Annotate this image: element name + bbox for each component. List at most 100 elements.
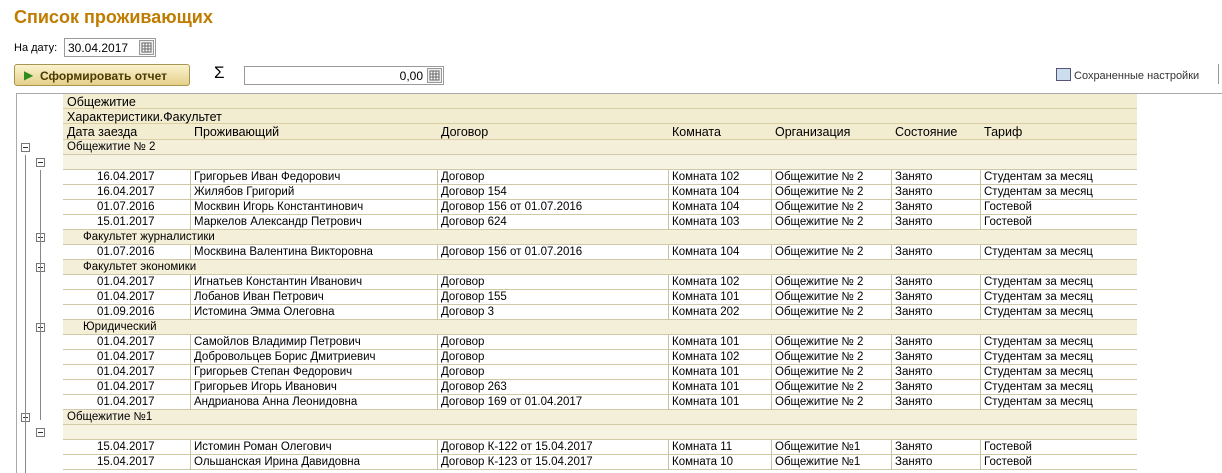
table-row[interactable]: 16.04.2017 Жилябов Григорий Договор 154 Ком… [63,185,1137,200]
col-contract[interactable]: Договор [441,125,488,139]
group-row[interactable]: Юридический [63,320,1137,335]
table-row[interactable]: 01.07.2016 Москвин Игорь Константинович До… [63,200,1137,215]
sum-field[interactable]: 0,00 [244,66,444,85]
group-subrow[interactable] [63,155,1137,170]
group-row[interactable]: Факультет журналистики [63,230,1137,245]
play-icon: ▶ [24,68,34,82]
column-separator [190,170,191,185]
column-separator [668,305,669,320]
table-row[interactable]: 01.04.2017 Самойлов Владимир Петрович Дого… [63,335,1137,350]
cell-contract: Договор [441,351,485,363]
group-row[interactable]: Факультет экономики [63,260,1137,275]
cell-organization: Общежитие № 2 [775,201,864,213]
settings-icon [1056,68,1071,81]
cell-contract: Договор 155 [441,291,507,303]
table-row[interactable]: 01.04.2017 Григорьев Степан Федорович Дого… [63,365,1137,380]
cell-status: Занято [895,291,933,303]
col-status[interactable]: Состояние [895,125,957,139]
sum-value: 0,00 [399,69,423,83]
cell-resident: Андрианова Анна Леонидовна [194,396,358,408]
group-row[interactable]: Общежитие №1 [63,410,1137,425]
saved-settings-link[interactable]: Сохраненные настройки [1056,68,1199,82]
cell-contract: Договор К-123 от 15.04.2017 [441,456,593,468]
column-separator [771,380,772,395]
collapse-icon[interactable] [36,158,45,167]
column-separator [891,290,892,305]
table-row[interactable]: 15.04.2017 Истомин Роман Олегович Договор … [63,440,1137,455]
table-row[interactable]: 01.04.2017 Лобанов Иван Петрович Договор 1… [63,290,1137,305]
cell-room: Комната 11 [672,441,733,453]
cell-room: Комната 101 [672,336,740,348]
report-table[interactable]: Общежитие Характеристики.Факультет Дата … [16,93,1222,473]
group-row[interactable]: Общежитие № 2 [63,140,1137,155]
table-row[interactable]: 01.04.2017 Андрианова Анна Леонидовна Дого… [63,395,1137,410]
group-label: Общежитие № 2 [67,141,156,153]
col-checkin-date[interactable]: Дата заезда [67,125,137,139]
column-separator [980,305,981,320]
column-separator [190,215,191,230]
table-row[interactable]: 01.04.2017 Добровольцев Борис Дмитриевич Д… [63,350,1137,365]
cell-organization: Общежитие №1 [775,441,861,453]
cell-organization: Общежитие № 2 [775,366,864,378]
column-separator [771,170,772,185]
cell-organization: Общежитие №1 [775,456,861,468]
cell-status: Занято [895,186,933,198]
cell-contract: Договор 169 от 01.04.2017 [441,396,583,408]
column-separator [771,185,772,200]
cell-room: Комната 101 [672,396,740,408]
column-separator [891,170,892,185]
cell-checkin-date: 01.04.2017 [97,276,155,288]
column-separator [190,380,191,395]
col-organization[interactable]: Организация [775,125,850,139]
cell-resident: Игнатьев Константин Иванович [194,276,363,288]
table-row[interactable]: 01.04.2017 Игнатьев Константин Иванович До… [63,275,1137,290]
group-label: Факультет журналистики [83,231,215,243]
column-separator [668,275,669,290]
calendar-icon[interactable] [139,40,154,55]
table-row[interactable]: 01.09.2016 Истомина Эмма Олеговна Договор … [63,305,1137,320]
group-subrow[interactable] [63,425,1137,440]
calculator-icon[interactable] [427,68,442,83]
cell-organization: Общежитие № 2 [775,186,864,198]
table-row[interactable]: 01.07.2016 Москвина Валентина Викторовна Д… [63,245,1137,260]
cell-resident: Истомин Роман Олегович [194,441,332,453]
sum-icon[interactable]: Σ [214,63,225,83]
header-group-1: Общежитие [63,94,1137,109]
cell-status: Занято [895,246,933,258]
column-separator [771,395,772,410]
cell-tariff: Студентам за месяц [984,396,1093,408]
table-row[interactable]: 01.04.2017 Григорьев Игорь Иванович Догово… [63,380,1137,395]
column-separator [437,350,438,365]
column-separator [980,395,981,410]
cell-resident: Истомина Эмма Олеговна [194,306,335,318]
table-row[interactable]: 15.01.2017 Маркелов Александр Петрович Дог… [63,215,1137,230]
cell-checkin-date: 01.07.2016 [97,246,155,258]
col-room[interactable]: Комната [672,125,721,139]
cell-checkin-date: 01.04.2017 [97,336,155,348]
cell-organization: Общежитие № 2 [775,396,864,408]
cell-organization: Общежитие № 2 [775,171,864,183]
column-separator [437,200,438,215]
column-separator [668,380,669,395]
cell-status: Занято [895,201,933,213]
column-separator [891,350,892,365]
table-row[interactable]: 15.04.2017 Ольшанская Ирина Давидовна Дого… [63,455,1137,470]
collapse-icon[interactable] [36,428,45,437]
date-field[interactable]: 30.04.2017 [64,38,156,57]
column-separator [437,275,438,290]
cell-status: Занято [895,396,933,408]
cell-checkin-date: 01.04.2017 [97,351,155,363]
collapse-icon[interactable] [21,143,30,152]
cell-organization: Общежитие № 2 [775,336,864,348]
col-resident[interactable]: Проживающий [194,125,279,139]
cell-resident: Григорьев Игорь Иванович [194,381,337,393]
cell-resident: Москвин Игорь Константинович [194,201,364,213]
column-separator [980,365,981,380]
table-row[interactable]: 16.04.2017 Григорьев Иван Федорович Догово… [63,170,1137,185]
col-tariff[interactable]: Тариф [984,125,1022,139]
cell-checkin-date: 15.04.2017 [97,441,155,453]
cell-room: Комната 104 [672,246,740,258]
generate-report-button[interactable]: ▶ Сформировать отчет [14,64,190,86]
cell-contract: Договор [441,366,485,378]
column-separator [771,440,772,455]
